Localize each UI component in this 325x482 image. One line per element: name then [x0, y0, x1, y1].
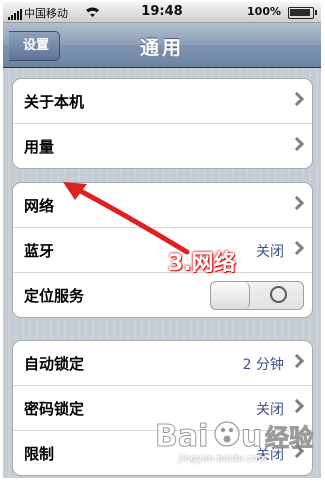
screenshot-frame: 中国移动 19:48 100% 设置 通用 关于本机 用量 网络 蓝牙 关闭 定… — [0, 0, 325, 482]
row-value: 关闭 — [256, 244, 284, 260]
baidu-jingyan-watermark-logo: Bai u 经验 — [155, 419, 314, 455]
row-label: 蓝牙 — [24, 242, 55, 260]
svg-text:Bai: Bai — [155, 419, 208, 454]
chevron-right-icon — [289, 136, 305, 152]
row-label: 定位服务 — [24, 287, 85, 305]
phone-screen: 中国移动 19:48 100% 设置 通用 关于本机 用量 网络 蓝牙 关闭 定… — [3, 2, 321, 478]
row-label: 自动锁定 — [24, 355, 85, 373]
settings-group-about: 关于本机 用量 — [12, 78, 313, 169]
watermark-url: jingyan.baidu.com — [179, 454, 268, 464]
chevron-right-icon — [289, 91, 305, 107]
annotation-step-label: 3.网络 — [168, 251, 236, 276]
navigation-bar: 设置 通用 — [3, 23, 321, 68]
row-label: 限制 — [24, 445, 55, 463]
row-label: 用量 — [24, 138, 55, 156]
svg-text:u: u — [241, 419, 262, 454]
row-usage[interactable]: 用量 — [13, 124, 312, 168]
row-label: 关于本机 — [24, 93, 85, 111]
row-label: 网络 — [24, 197, 55, 215]
battery-icon — [288, 7, 317, 19]
row-about-device[interactable]: 关于本机 — [13, 79, 312, 124]
row-auto-lock[interactable]: 自动锁定 2 分钟 — [13, 341, 312, 386]
chevron-right-icon — [289, 398, 305, 414]
toggle-off-icon — [270, 286, 287, 303]
battery-percent: 100% — [247, 5, 281, 18]
location-toggle-switch[interactable] — [210, 281, 304, 310]
chevron-right-icon — [289, 195, 305, 211]
svg-text:经验: 经验 — [265, 424, 313, 452]
row-location-services: 定位服务 — [13, 273, 312, 317]
status-bar: 中国移动 19:48 100% — [3, 2, 321, 23]
toggle-knob — [211, 282, 250, 309]
page-title: 通用 — [139, 37, 184, 59]
row-label: 密码锁定 — [24, 400, 85, 418]
row-value: 2 分钟 — [242, 357, 284, 373]
chevron-right-icon — [289, 353, 305, 369]
chevron-right-icon — [289, 240, 305, 256]
